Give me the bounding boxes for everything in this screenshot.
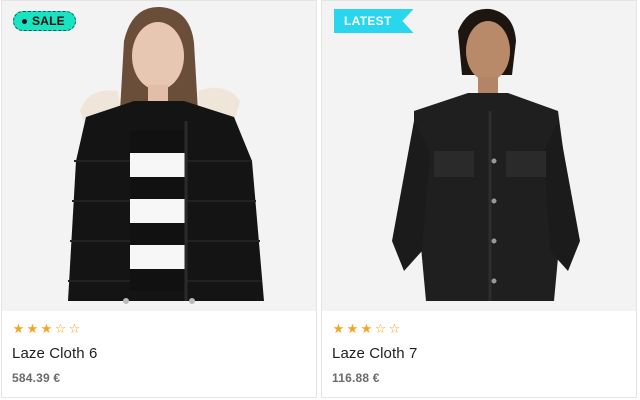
star-filled-icon: ★ (332, 321, 345, 336)
star-filled-icon: ★ (12, 321, 25, 336)
badge-dot-icon (22, 18, 27, 24)
latest-badge: LATEST (334, 9, 414, 33)
product-price: 584.39 € (12, 371, 61, 385)
product-image[interactable]: LATEST (322, 1, 636, 311)
product-card[interactable]: LATEST ★ ★ ★ ☆ ☆ Laze Cloth 7 116.88 € (321, 0, 637, 398)
product-name[interactable]: Laze Cloth 6 (12, 345, 97, 362)
product-image[interactable]: SALE (2, 1, 316, 311)
sale-badge-label: SALE (32, 14, 65, 28)
star-filled-icon: ★ (40, 321, 53, 336)
product-card[interactable]: SALE ★ ★ ★ ☆ ☆ Laze Cloth 6 584.39 € (1, 0, 317, 398)
star-outline-icon: ☆ (388, 321, 401, 336)
product-photo-puffer-jacket (2, 1, 316, 311)
star-filled-icon: ★ (346, 321, 359, 336)
star-outline-icon: ☆ (374, 321, 387, 336)
product-info: ★ ★ ★ ☆ ☆ Laze Cloth 6 584.39 € (2, 312, 316, 398)
product-grid: SALE ★ ★ ★ ☆ ☆ Laze Cloth 6 584.39 € LAT… (0, 0, 640, 400)
product-info: ★ ★ ★ ☆ ☆ Laze Cloth 7 116.88 € (322, 312, 636, 398)
star-outline-icon: ☆ (68, 321, 81, 336)
product-price: 116.88 € (332, 371, 380, 385)
star-filled-icon: ★ (26, 321, 39, 336)
latest-badge-label: LATEST (344, 14, 392, 28)
rating-stars: ★ ★ ★ ☆ ☆ (332, 322, 401, 336)
rating-stars: ★ ★ ★ ☆ ☆ (12, 322, 81, 336)
sale-badge: SALE (13, 11, 76, 31)
star-filled-icon: ★ (360, 321, 373, 336)
product-name[interactable]: Laze Cloth 7 (332, 345, 417, 362)
product-photo-denim-jacket (322, 1, 636, 311)
star-outline-icon: ☆ (54, 321, 67, 336)
